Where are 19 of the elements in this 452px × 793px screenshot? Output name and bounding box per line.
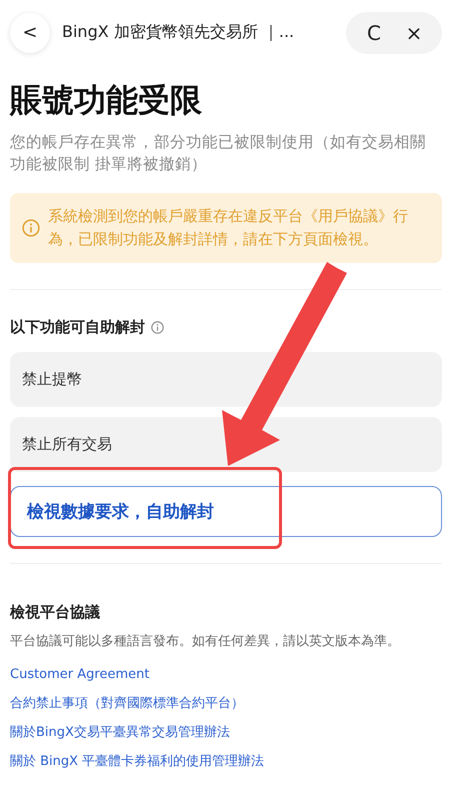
description: 平台協議可能以多種語言發布。如有任何差異，請以英文版本為準。 bbox=[10, 633, 401, 650]
agreement-link[interactable]: Customer Agreement bbox=[10, 667, 150, 682]
section-heading: 檢視平台協議 bbox=[10, 603, 100, 622]
info-icon bbox=[22, 219, 40, 238]
page-title: BingX 加密貨幣領先交易所 ｜... bbox=[62, 22, 294, 43]
section-heading: 以下功能可自助解封 bbox=[10, 318, 145, 338]
close-button[interactable]: × bbox=[396, 20, 432, 46]
subtitle: 您的帳戶存在異常，部分功能已被限制使用（如有交易相關功能被限制 掛單將被撤銷） bbox=[10, 132, 427, 176]
restriction-label: 禁止提幣 bbox=[22, 370, 82, 390]
agreement-link[interactable]: 關於 BingX 平臺體卡券福利的使用管理辦法 bbox=[10, 754, 264, 770]
agreement-link[interactable]: 合約禁止事項（對齊國際標準合約平台） bbox=[10, 696, 244, 712]
info-icon bbox=[151, 321, 164, 334]
restriction-label: 禁止所有交易 bbox=[22, 435, 112, 454]
heading: 賬號功能受限 bbox=[10, 81, 203, 120]
back-button[interactable]: < bbox=[10, 12, 50, 52]
refresh-button[interactable]: C bbox=[356, 20, 392, 46]
agreement-link[interactable]: 關於BingX交易平臺異常交易管理辦法 bbox=[10, 725, 230, 740]
warning-text: 系統檢測到您的帳戶嚴重存在違反平台《用戶協議》行為，已限制功能及解封詳情，請在下方頁面檢視。 bbox=[48, 206, 409, 250]
unlock-button[interactable]: 檢視數據要求，自助解封 bbox=[10, 486, 442, 538]
